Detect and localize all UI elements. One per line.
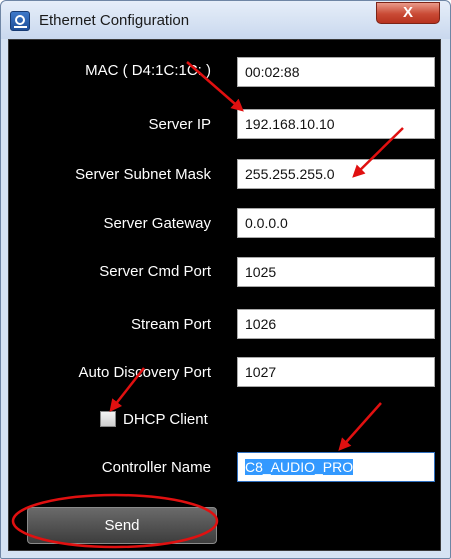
controller-name-field[interactable]: C8_AUDIO_PRO <box>237 452 435 482</box>
mac-field[interactable]: 00:02:88 <box>237 57 435 87</box>
dhcp-client-label: DHCP Client <box>123 411 208 428</box>
title-bar[interactable]: Ethernet Configuration X <box>1 1 450 39</box>
mac-label: MAC ( D4:1C:1C: ) <box>85 62 211 79</box>
auto-discovery-port-field[interactable]: 1027 <box>237 357 435 387</box>
server-ip-field[interactable]: 192.168.10.10 <box>237 109 435 139</box>
server-cmd-port-label: Server Cmd Port <box>99 263 211 280</box>
server-cmd-port-field[interactable]: 1025 <box>237 257 435 287</box>
window-title: Ethernet Configuration <box>39 12 190 29</box>
server-gateway-label: Server Gateway <box>103 215 211 232</box>
server-ip-label: Server IP <box>148 116 211 133</box>
server-subnet-mask-field[interactable]: 255.255.255.0 <box>237 159 435 189</box>
app-icon <box>10 11 30 31</box>
server-gateway-field[interactable]: 0.0.0.0 <box>237 208 435 238</box>
close-button[interactable]: X <box>376 2 440 24</box>
controller-name-label: Controller Name <box>101 459 211 476</box>
stream-port-label: Stream Port <box>130 316 211 333</box>
stream-port-field[interactable]: 1026 <box>237 309 435 339</box>
dhcp-client-checkbox[interactable] <box>100 411 116 427</box>
auto-discovery-port-label: Auto Discovery Port <box>78 364 211 381</box>
send-button[interactable]: Send <box>27 507 217 544</box>
server-subnet-mask-label: Server Subnet Mask <box>75 166 211 183</box>
